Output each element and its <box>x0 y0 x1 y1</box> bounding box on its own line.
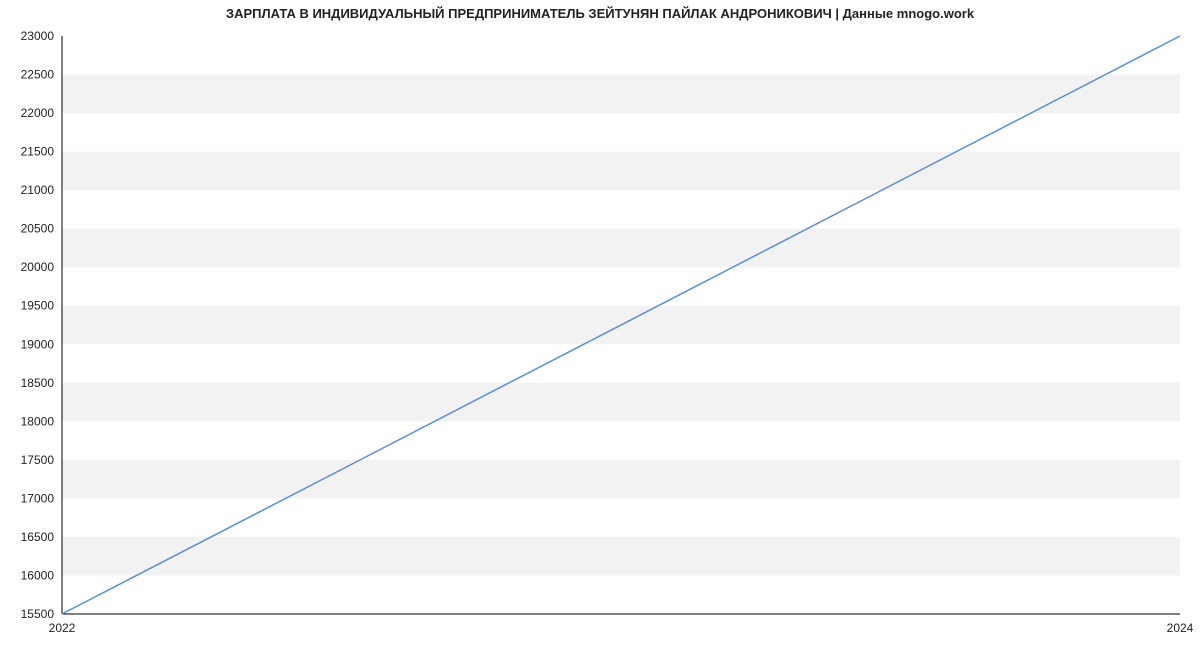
y-tick-label: 16000 <box>21 568 55 582</box>
grid-band <box>62 229 1180 268</box>
y-tick-label: 18500 <box>21 376 55 390</box>
y-tick-label: 23000 <box>21 29 55 43</box>
y-tick-label: 22000 <box>21 106 55 120</box>
y-tick-label: 17000 <box>21 491 55 505</box>
grid-band <box>62 152 1180 191</box>
y-tick-label: 21500 <box>21 145 55 159</box>
y-tick-label: 15500 <box>21 607 55 621</box>
chart-container: ЗАРПЛАТА В ИНДИВИДУАЛЬНЫЙ ПРЕДПРИНИМАТЕЛ… <box>0 0 1200 650</box>
y-tick-label: 17500 <box>21 453 55 467</box>
line-chart: ЗАРПЛАТА В ИНДИВИДУАЛЬНЫЙ ПРЕДПРИНИМАТЕЛ… <box>0 0 1200 650</box>
y-tick-label: 16500 <box>21 530 55 544</box>
grid-band <box>62 460 1180 499</box>
y-tick-label: 20500 <box>21 222 55 236</box>
y-tick-label: 19500 <box>21 299 55 313</box>
grid-band <box>62 75 1180 114</box>
y-tick-label: 22500 <box>21 68 55 82</box>
grid-band <box>62 537 1180 576</box>
chart-title: ЗАРПЛАТА В ИНДИВИДУАЛЬНЫЙ ПРЕДПРИНИМАТЕЛ… <box>226 6 975 21</box>
x-tick-label: 2022 <box>49 621 76 635</box>
y-tick-label: 19000 <box>21 337 55 351</box>
y-tick-label: 21000 <box>21 183 55 197</box>
x-tick-label: 2024 <box>1167 621 1194 635</box>
y-tick-label: 20000 <box>21 260 55 274</box>
grid-band <box>62 383 1180 422</box>
y-tick-label: 18000 <box>21 414 55 428</box>
